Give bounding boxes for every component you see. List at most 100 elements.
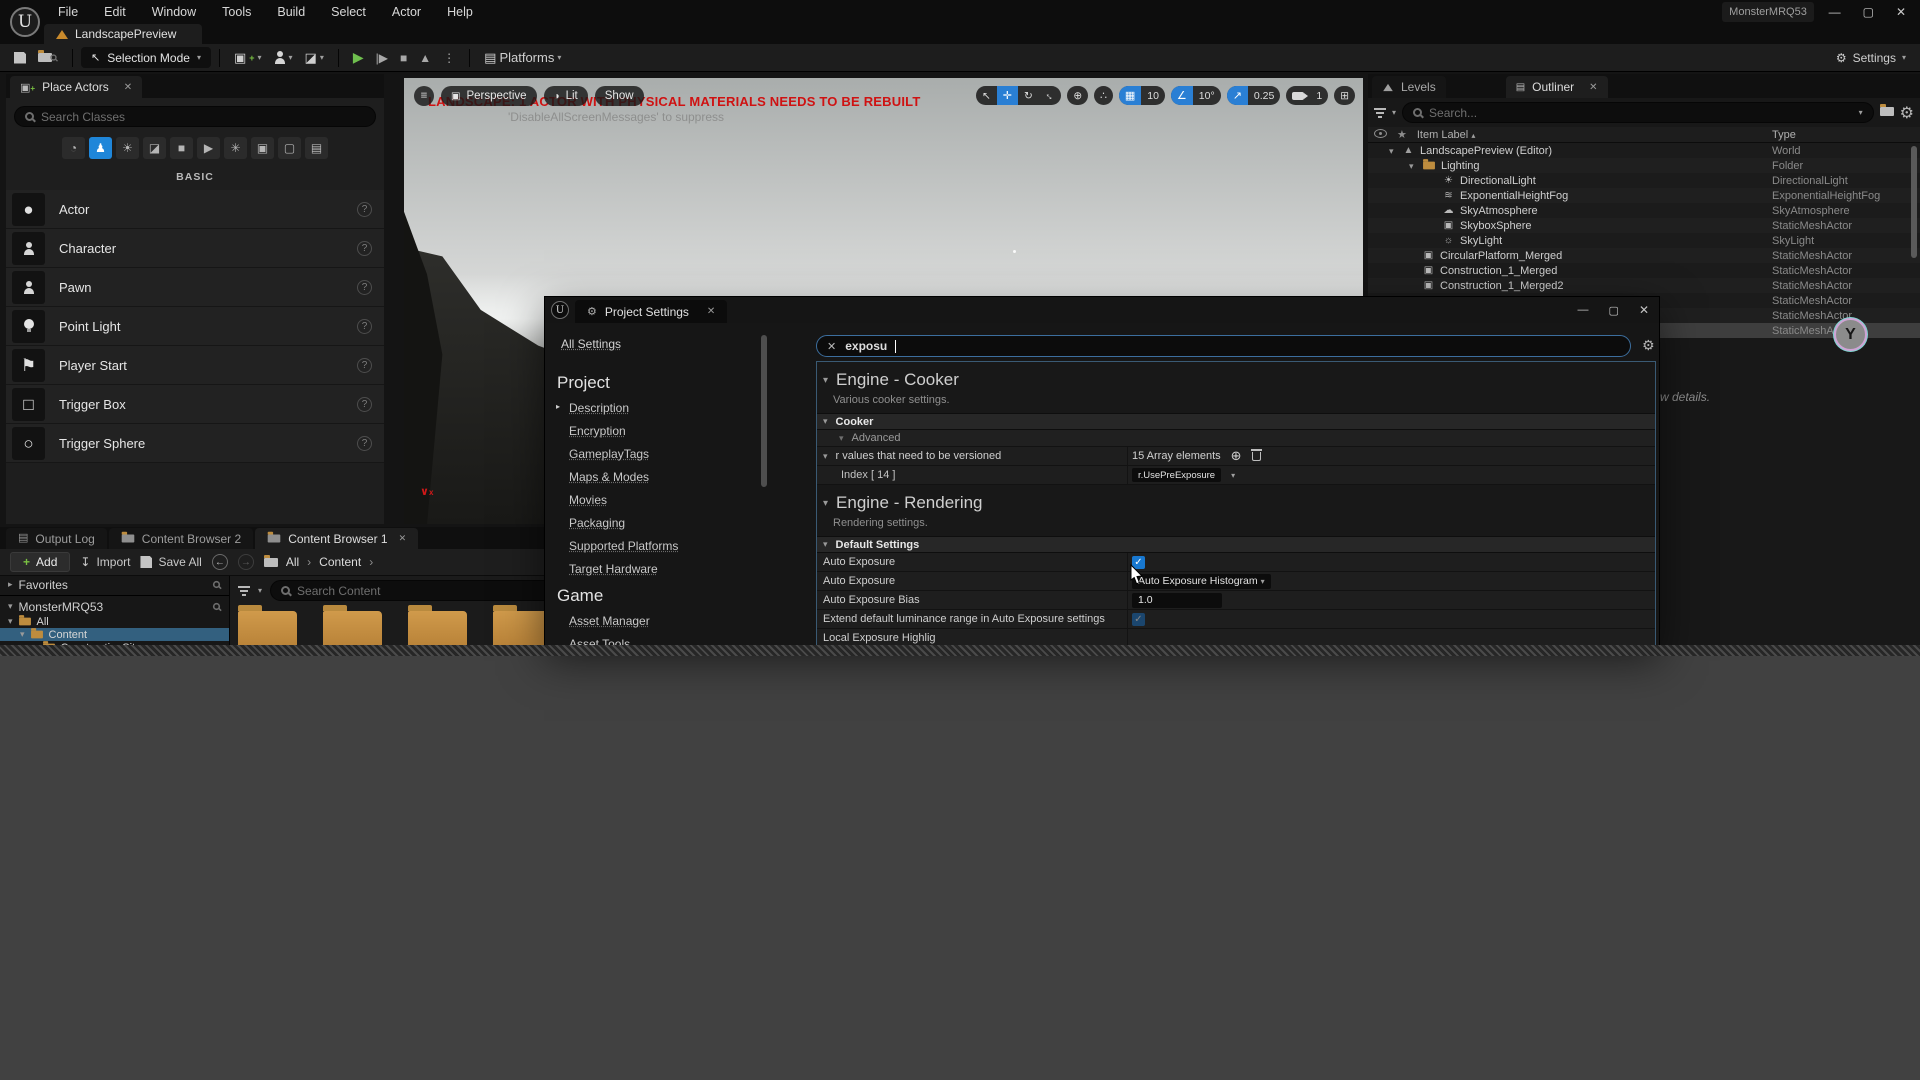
content-tree-item[interactable]: ▾All <box>0 615 229 628</box>
grid-snap-icon[interactable]: ▦ <box>1119 86 1141 105</box>
settings-search-input[interactable] <box>845 339 1620 353</box>
place-category-button[interactable]: ▤ <box>305 137 328 159</box>
gear-icon[interactable]: ⚙ <box>1642 337 1655 354</box>
tab-outliner[interactable]: ▤ Outliner ✕ <box>1506 76 1608 98</box>
grid-snap-value[interactable]: 10 <box>1141 86 1165 105</box>
rotate-tool-icon[interactable]: ↻ <box>1018 86 1039 105</box>
project-settings-tab[interactable]: ⚙ Project Settings ✕ <box>575 300 727 323</box>
play-options-kebab-icon[interactable]: ⋮ <box>437 51 461 65</box>
outliner-row[interactable]: ☼SkyLightSkyLight <box>1368 233 1920 248</box>
settings-section-link[interactable]: Maps & Modes <box>569 470 649 484</box>
place-actor-item[interactable]: Pawn? <box>6 268 384 307</box>
save-all-button[interactable]: Save All <box>140 555 201 569</box>
new-folder-icon[interactable] <box>1880 107 1894 119</box>
blueprints-icon[interactable]: ▾ <box>268 51 299 64</box>
skip-icon[interactable]: |▶ <box>370 51 394 65</box>
chevron-down-icon[interactable]: ▾ <box>258 586 262 595</box>
gear-icon[interactable]: ⚙ <box>1900 103 1914 123</box>
clear-search-icon[interactable]: ✕ <box>827 340 836 353</box>
surface-snap-icon[interactable]: ∴ <box>1094 86 1113 105</box>
default-settings-section-header[interactable]: ▾Default Settings <box>817 536 1655 553</box>
outliner-search-input[interactable] <box>1429 106 1852 120</box>
place-actor-item[interactable]: Character? <box>6 229 384 268</box>
expander-icon[interactable]: ▸ <box>8 579 13 590</box>
place-actor-item[interactable]: Point Light? <box>6 307 384 346</box>
outliner-row[interactable]: ▣Construction_1_MergedStaticMeshActor <box>1368 263 1920 278</box>
content-folder[interactable] <box>238 611 297 645</box>
add-button[interactable]: +Add <box>10 552 70 572</box>
content-folder[interactable] <box>323 611 382 645</box>
search-icon[interactable] <box>213 581 220 588</box>
close-icon[interactable]: ✕ <box>124 82 132 93</box>
scale-snap-icon[interactable]: ↗ <box>1227 86 1248 105</box>
advanced-expander[interactable]: ▾Advanced <box>817 430 1655 447</box>
menu-item-tools[interactable]: Tools <box>222 5 251 19</box>
window-resize-grip[interactable] <box>0 645 1920 656</box>
auto-exposure-bias-input[interactable]: 1.0 <box>1132 593 1222 608</box>
tab-content-browser-1[interactable]: Content Browser 1✕ <box>255 528 418 549</box>
platforms-button[interactable]: ▤ Platforms▾ <box>478 50 567 66</box>
favorites-row[interactable]: ▸ Favorites <box>0 576 229 593</box>
move-tool-icon[interactable]: ✛ <box>997 86 1018 105</box>
place-category-button[interactable]: ☀ <box>116 137 139 159</box>
outliner-row[interactable]: ▣CircularPlatform_MergedStaticMeshActor <box>1368 248 1920 263</box>
setting-row-auto-exposure[interactable]: Auto Exposure ✓ <box>817 553 1655 572</box>
outliner-search-field[interactable]: ▾ <box>1402 102 1874 123</box>
chevron-down-icon[interactable]: ▾ <box>1859 108 1863 117</box>
camera-speed-icon[interactable] <box>1286 86 1310 105</box>
section-engine-cooker[interactable]: ▾Engine - Cooker <box>817 362 1655 392</box>
settings-section-link[interactable]: Target Hardware <box>569 562 658 576</box>
select-tool-icon[interactable]: ↖ <box>976 86 997 105</box>
place-actor-item[interactable]: ⚑Player Start? <box>6 346 384 385</box>
settings-section-link[interactable]: Asset Manager <box>569 614 650 628</box>
setting-row-index-14[interactable]: Index [ 14 ] r.UsePreExposure ▾ <box>817 466 1655 485</box>
rotation-snap-value[interactable]: 10° <box>1193 86 1221 105</box>
section-engine-rendering[interactable]: ▾Engine - Rendering <box>817 485 1655 515</box>
add-actor-icon[interactable]: ▣+▾ <box>228 50 268 66</box>
back-icon[interactable]: ← <box>212 554 228 570</box>
save-icon[interactable] <box>8 52 32 64</box>
stop-icon[interactable]: ■ <box>394 51 413 65</box>
setting-row-auto-exposure-bias[interactable]: Auto Exposure Bias 1.0 <box>817 591 1655 610</box>
dialog-titlebar[interactable]: U ⚙ Project Settings ✕ — ▢ ✕ <box>545 297 1659 323</box>
filter-icon[interactable] <box>1374 108 1386 118</box>
pinned-column-icon[interactable]: ★ <box>1397 128 1407 141</box>
expander-icon[interactable]: ▾ <box>1409 161 1414 172</box>
show-button[interactable]: Show <box>595 86 644 106</box>
settings-search-field[interactable]: ✕ <box>816 335 1631 357</box>
close-icon[interactable]: ✕ <box>1639 303 1649 317</box>
project-source-row[interactable]: ▾ MonsterMRQ53 <box>0 598 229 615</box>
level-tab[interactable]: LandscapePreview <box>44 24 202 44</box>
unreal-logo-icon[interactable]: U <box>10 7 40 37</box>
rotation-snap-icon[interactable]: ∠ <box>1171 86 1193 105</box>
place-actor-item[interactable]: □Trigger Box? <box>6 385 384 424</box>
outliner-row[interactable]: ☁SkyAtmosphereSkyAtmosphere <box>1368 203 1920 218</box>
place-category-button[interactable]: ◔ <box>62 137 85 159</box>
expander-icon[interactable]: ▾ <box>1389 146 1394 157</box>
sidebar-scrollbar[interactable] <box>761 335 767 487</box>
place-category-button[interactable]: ■ <box>170 137 193 159</box>
browse-content-icon[interactable] <box>32 53 64 62</box>
perspective-button[interactable]: ▣Perspective <box>441 86 537 106</box>
camera-speed-value[interactable]: 1 <box>1310 86 1328 105</box>
maximize-icon[interactable]: ▢ <box>1609 304 1619 317</box>
expander-icon[interactable]: ▾ <box>20 629 25 640</box>
setting-row-versioned-values[interactable]: ▾r values that need to be versioned 15 A… <box>817 447 1655 466</box>
outliner-row[interactable]: ▣Construction_1_Merged2StaticMeshActor <box>1368 278 1920 293</box>
outliner-row[interactable]: ▾▲LandscapePreview (Editor)World <box>1368 143 1920 158</box>
place-category-button[interactable]: ✳ <box>224 137 247 159</box>
scale-snap-value[interactable]: 0.25 <box>1248 86 1280 105</box>
outliner-row[interactable]: ▾LightingFolder <box>1368 158 1920 173</box>
close-icon[interactable]: ✕ <box>1896 5 1906 19</box>
tab-levels[interactable]: Levels <box>1372 76 1446 98</box>
menu-item-window[interactable]: Window <box>152 5 196 19</box>
settings-section-link[interactable]: Description <box>569 401 629 415</box>
minimize-icon[interactable]: — <box>1829 5 1841 19</box>
menu-item-select[interactable]: Select <box>331 5 366 19</box>
launch-icon[interactable]: ▲ <box>413 51 437 65</box>
search-classes-input[interactable] <box>41 110 365 124</box>
tab-content-browser-2[interactable]: Content Browser 2 <box>109 528 253 549</box>
content-folder[interactable] <box>408 611 467 645</box>
expander-icon[interactable]: ▾ <box>8 616 13 627</box>
visibility-column-eye-icon[interactable] <box>1374 129 1387 141</box>
